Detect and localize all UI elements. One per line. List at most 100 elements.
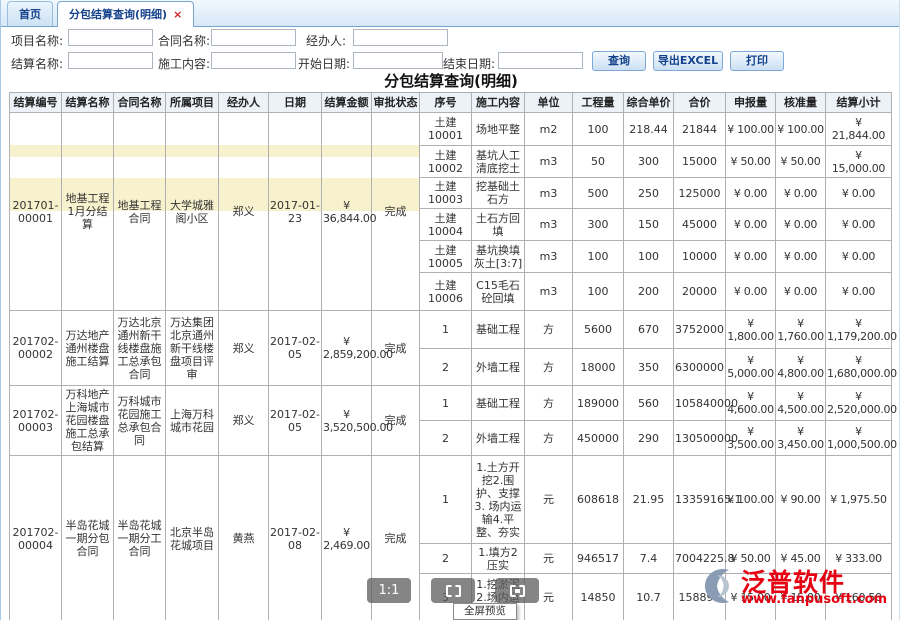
td-content: 基础工程 xyxy=(472,311,525,349)
td-quantity: 100 xyxy=(573,273,624,311)
td-approved: ¥ 0.00 xyxy=(776,178,826,209)
column-header[interactable]: 日期 xyxy=(269,93,322,113)
td-quantity: 189000 xyxy=(573,386,624,421)
column-header[interactable]: 结算金额 xyxy=(322,93,372,113)
td-project: 北京半岛花城项目 xyxy=(166,456,219,620)
column-header[interactable]: 所属项目 xyxy=(166,93,219,113)
td-unit: m3 xyxy=(525,241,573,273)
td-unit: 元 xyxy=(525,544,573,574)
end-date-input[interactable] xyxy=(498,52,583,69)
td-declared: ¥ 1,800.00 xyxy=(726,311,776,349)
export-excel-button[interactable]: 导出EXCEL xyxy=(653,51,723,71)
table-row[interactable]: 201702-00004 半岛花城一期分包合同 半岛花城一期分工合同 北京半岛花… xyxy=(10,456,892,544)
td-approved: ¥ 0.00 xyxy=(776,273,826,311)
td-date: 2017-02-05 xyxy=(269,311,322,386)
column-header[interactable]: 审批状态 xyxy=(372,93,420,113)
td-settlement-no: 201702-00003 xyxy=(10,386,62,456)
td-quantity: 300 xyxy=(573,209,624,241)
td-seq: 土建10002 xyxy=(420,146,472,178)
handler-label: 经办人: xyxy=(306,32,346,49)
column-header[interactable]: 申报量 xyxy=(726,93,776,113)
td-subtotal: ¥ 0.00 xyxy=(826,209,892,241)
column-header[interactable]: 结算小计 xyxy=(826,93,892,113)
td-subtotal: ¥ 2,520,000.00 xyxy=(826,386,892,421)
td-quantity: 5600 xyxy=(573,311,624,349)
td-content: 土石方回填 xyxy=(472,209,525,241)
zoom-actual-size-button[interactable]: 1:1 xyxy=(367,578,411,603)
td-approved: ¥ 0.00 xyxy=(776,209,826,241)
td-unit: 方 xyxy=(525,386,573,421)
column-header[interactable]: 序号 xyxy=(420,93,472,113)
td-unit: m3 xyxy=(525,178,573,209)
column-header[interactable]: 经办人 xyxy=(219,93,269,113)
td-subtotal: ¥ 0.00 xyxy=(826,273,892,311)
td-unit: m3 xyxy=(525,146,573,178)
td-declared: ¥ 3,500.00 xyxy=(726,421,776,456)
td-project: 大学城雅阁小区 xyxy=(166,113,219,311)
td-unit-price: 150 xyxy=(624,209,674,241)
td-quantity: 18000 xyxy=(573,349,624,386)
td-declared: ¥ 0.00 xyxy=(726,178,776,209)
td-subtotal: ¥ 1,179,200.00 xyxy=(826,311,892,349)
td-declared: ¥ 0.00 xyxy=(726,241,776,273)
fit-screen-button[interactable] xyxy=(431,578,475,603)
column-header[interactable]: 合价 xyxy=(674,93,726,113)
td-content: 基坑换填灰土[3:7] xyxy=(472,241,525,273)
column-header[interactable]: 综合单价 xyxy=(624,93,674,113)
header-row: 结算编号 结算名称 合同名称 所属项目 经办人 日期 结算金额 审批状态 序号 … xyxy=(10,93,892,113)
settlement-name-input[interactable] xyxy=(68,52,153,69)
tab-settlement-query[interactable]: 分包结算查询(明细) × xyxy=(57,1,194,27)
table-row[interactable]: 201702-00002 万达地产通州楼盘施工结算 万达北京通州新干线楼盘施工总… xyxy=(10,311,892,349)
td-seq: 土建10006 xyxy=(420,273,472,311)
td-seq: 2 xyxy=(420,544,472,574)
td-unit: 方 xyxy=(525,311,573,349)
td-unit-price: 21.95 xyxy=(624,456,674,544)
td-subtotal: ¥ 1,975.50 xyxy=(826,456,892,544)
td-declared: ¥ 5,000.00 xyxy=(726,349,776,386)
td-quantity: 608618 xyxy=(573,456,624,544)
column-header[interactable]: 合同名称 xyxy=(114,93,166,113)
contract-name-input[interactable] xyxy=(211,29,296,46)
print-button[interactable]: 打印 xyxy=(730,51,784,71)
tab-settlement-query-label: 分包结算查询(明细) xyxy=(69,8,167,21)
table-row[interactable]: 201702-00003 万科地产上海城市花园楼盘施工总承包结算 万科城市花园施… xyxy=(10,386,892,421)
column-header[interactable]: 结算编号 xyxy=(10,93,62,113)
td-quantity: 500 xyxy=(573,178,624,209)
td-approved: ¥ 1,760.00 xyxy=(776,311,826,349)
project-name-input[interactable] xyxy=(68,29,153,46)
td-content: 基础工程 xyxy=(472,386,525,421)
td-seq: 土建10004 xyxy=(420,209,472,241)
handler-input[interactable] xyxy=(353,29,448,46)
fullscreen-preview-button[interactable] xyxy=(495,578,539,603)
query-button[interactable]: 查询 xyxy=(592,51,646,71)
td-total: 130500000 xyxy=(674,421,726,456)
td-unit-price: 10.7 xyxy=(624,574,674,620)
td-settlement-name: 万科地产上海城市花园楼盘施工总承包结算 xyxy=(62,386,114,456)
fit-screen-icon xyxy=(446,585,461,597)
td-unit-price: 670 xyxy=(624,311,674,349)
td-approved: ¥ 45.00 xyxy=(776,544,826,574)
td-contract: 半岛花城一期分工合同 xyxy=(114,456,166,620)
td-subtotal: ¥ 15,000.00 xyxy=(826,146,892,178)
column-header[interactable]: 施工内容 xyxy=(472,93,525,113)
column-header[interactable]: 核准量 xyxy=(776,93,826,113)
td-total: 105840000 xyxy=(674,386,726,421)
td-seq: 1 xyxy=(420,386,472,421)
td-total: 125000 xyxy=(674,178,726,209)
td-total: 21844 xyxy=(674,113,726,146)
column-header[interactable]: 工程量 xyxy=(573,93,624,113)
td-settlement-name: 半岛花城一期分包合同 xyxy=(62,456,114,620)
td-seq: 2 xyxy=(420,421,472,456)
tab-close-icon[interactable]: × xyxy=(173,8,182,21)
start-date-input[interactable] xyxy=(353,52,443,69)
column-header[interactable]: 单位 xyxy=(525,93,573,113)
column-header[interactable]: 结算名称 xyxy=(62,93,114,113)
table-row[interactable]: 201701-00001 地基工程1月分结算 地基工程合同 大学城雅阁小区 郑义… xyxy=(10,113,892,146)
td-total: 13359165.1 xyxy=(674,456,726,544)
td-declared: ¥ 50.00 xyxy=(726,544,776,574)
construction-content-input[interactable] xyxy=(211,52,296,69)
tab-home[interactable]: 首页 xyxy=(7,1,53,26)
contract-name-label: 合同名称: xyxy=(158,32,210,49)
td-contract: 地基工程合同 xyxy=(114,113,166,311)
td-total: 15000 xyxy=(674,146,726,178)
